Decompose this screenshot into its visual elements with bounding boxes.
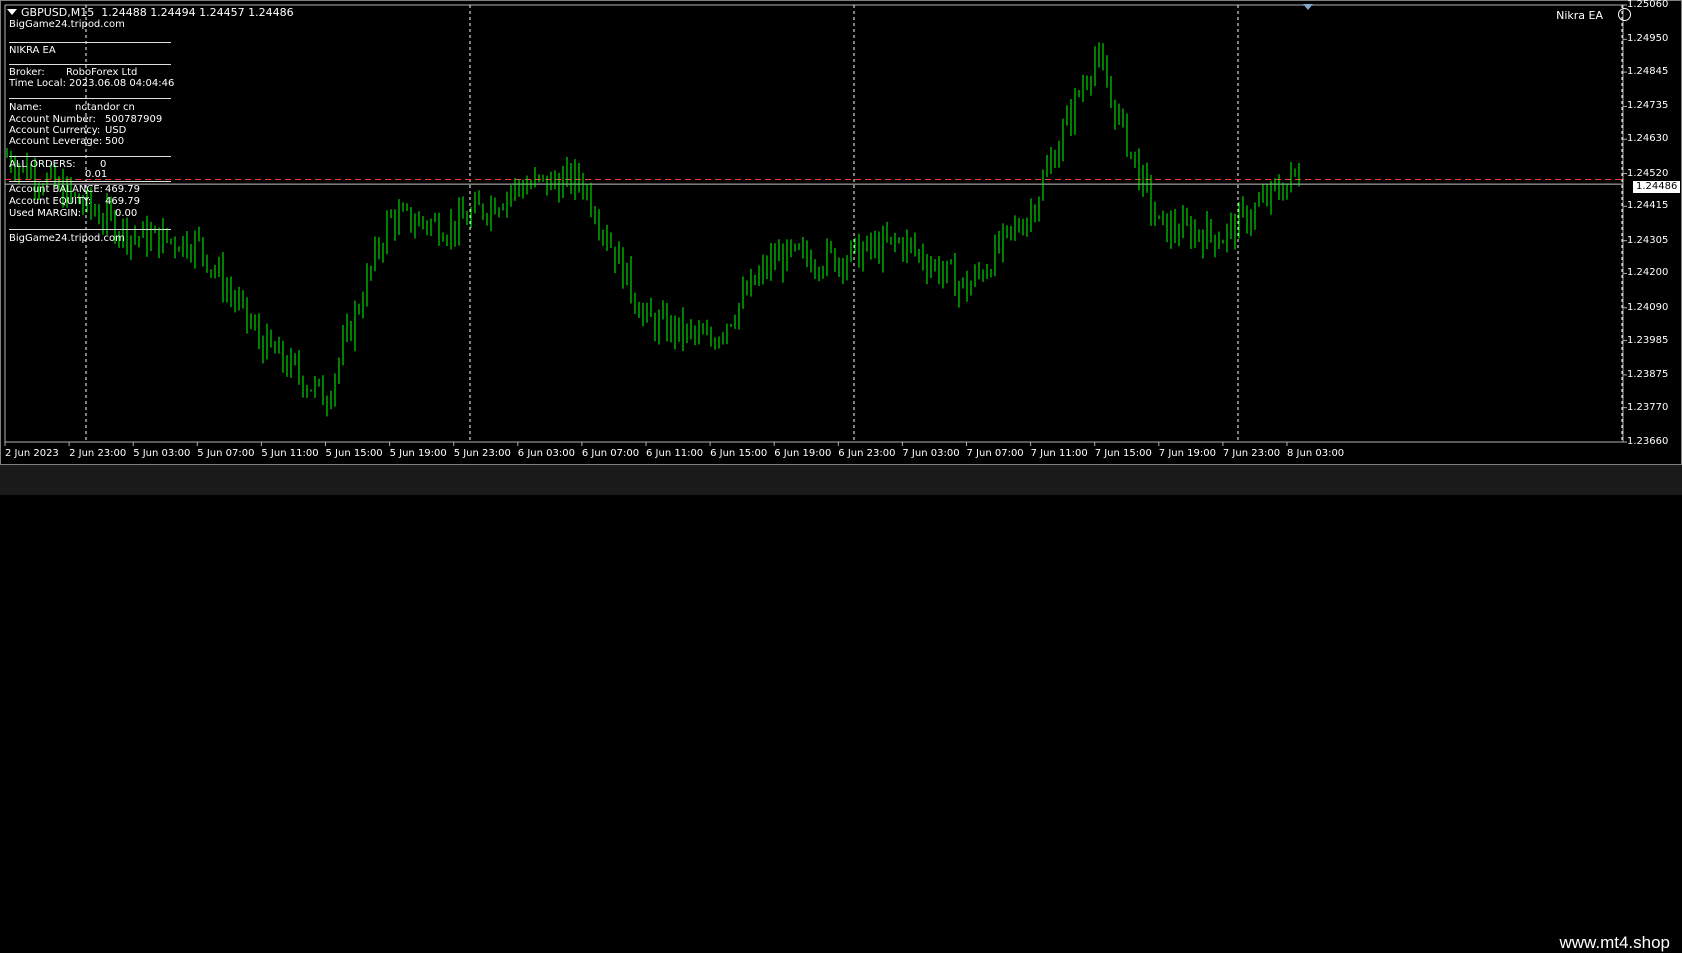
account-balance-value: 469.79	[105, 184, 140, 195]
time-axis-label: 6 Jun 19:00	[774, 448, 832, 459]
account-leverage-value: 500	[105, 136, 125, 147]
used-margin-value: 0.00	[115, 208, 138, 219]
time-axis-label: 6 Jun 03:00	[517, 448, 575, 459]
time-axis-label: 6 Jun 23:00	[838, 448, 896, 459]
ohlc-values: 1.24488 1.24494 1.24457 1.24486	[101, 6, 294, 19]
time-axis-label: 5 Jun 19:00	[389, 448, 447, 459]
account-balance-label: Account BALANCE:	[9, 184, 104, 195]
time-axis-label: 7 Jun 03:00	[902, 448, 960, 459]
price-axis-label: 1.24415	[1627, 200, 1669, 212]
price-axis-label: 1.23985	[1627, 334, 1669, 346]
price-chart[interactable]	[1, 1, 1682, 466]
price-axis-label: 1.24845	[1627, 66, 1669, 78]
divider	[9, 98, 171, 99]
price-axis-label: 1.23770	[1627, 401, 1669, 413]
time-axis-label: 5 Jun 03:00	[133, 448, 191, 459]
expert-advisor-label[interactable]: Nikra EA	[1556, 9, 1603, 22]
time-axis-label: 5 Jun 15:00	[325, 448, 383, 459]
time-axis-label: 6 Jun 11:00	[646, 448, 704, 459]
plot-border	[4, 4, 1624, 443]
status-bar: www.mt4.shop	[0, 465, 1682, 952]
price-axis-label: 1.24200	[1627, 267, 1669, 279]
time-axis-label: 7 Jun 15:00	[1094, 448, 1152, 459]
watermark: www.mt4.shop	[1559, 933, 1670, 952]
used-margin-label: Used MARGIN:	[9, 208, 82, 219]
time-axis-label: 2 Jun 23:00	[69, 448, 127, 459]
price-axis-label: 1.24090	[1627, 301, 1669, 313]
price-axis-label: 1.25060	[1627, 0, 1669, 10]
symbol-header: GBPUSD,M15 1.24488 1.24494 1.24457 1.244…	[7, 6, 294, 19]
price-axis-label: 1.24305	[1627, 234, 1669, 246]
price-axis-label: 1.24520	[1627, 167, 1669, 179]
chart-window[interactable]: GBPUSD,M15 1.24488 1.24494 1.24457 1.244…	[0, 0, 1682, 465]
time-axis-label: 8 Jun 03:00	[1287, 448, 1345, 459]
panel-footer-site: BigGame24.tripod.com	[9, 233, 125, 244]
account-equity-value: 469.79	[105, 196, 140, 207]
time-axis-label: 2 Jun 2023	[5, 448, 59, 459]
chart-shift-marker-icon[interactable]	[1303, 4, 1313, 10]
time-axis-label: 6 Jun 07:00	[581, 448, 640, 459]
time-axis-label: 6 Jun 15:00	[710, 448, 768, 459]
divider	[9, 42, 171, 43]
divider	[9, 181, 171, 182]
current-price-tag: 1.24486	[1633, 181, 1681, 193]
account-leverage-label: Account Leverage:	[9, 136, 103, 147]
time-local-label: Time Local:	[9, 78, 66, 89]
time-axis-label: 5 Jun 23:00	[453, 448, 511, 459]
time-axis-label: 7 Jun 07:00	[966, 448, 1024, 459]
name-value: nctandor cn	[75, 102, 135, 113]
time-axis-label: 7 Jun 23:00	[1222, 448, 1281, 459]
account-equity-label: Account EQUITY:	[9, 196, 92, 207]
price-axis-label: 1.24735	[1627, 100, 1669, 112]
price-axis-label: 1.24950	[1627, 33, 1669, 45]
time-axis-label: 7 Jun 19:00	[1158, 448, 1216, 459]
time-axis-label: 5 Jun 11:00	[261, 448, 319, 459]
panel-site: BigGame24.tripod.com	[9, 19, 125, 30]
divider	[9, 229, 171, 230]
divider	[9, 156, 171, 157]
all-orders-label: ALL ORDERS:	[9, 159, 76, 170]
panel-ea-title: NIKRA EA	[9, 45, 56, 56]
time-axis-label: 5 Jun 07:00	[197, 448, 255, 459]
price-axis-label: 1.24630	[1627, 133, 1669, 145]
price-axis-label: 1.23660	[1627, 436, 1669, 447]
lot-size-value: 0.01	[85, 169, 108, 180]
time-local-value: 2023.06.08 04:04:46	[69, 78, 175, 89]
collapse-triangle-icon[interactable]	[7, 9, 17, 15]
time-axis-label: 7 Jun 11:00	[1030, 448, 1088, 459]
divider	[9, 64, 171, 65]
name-label: Name:	[9, 102, 42, 113]
symbol-timeframe: GBPUSD,M15	[21, 6, 95, 19]
price-axis-label: 1.23875	[1627, 368, 1669, 380]
